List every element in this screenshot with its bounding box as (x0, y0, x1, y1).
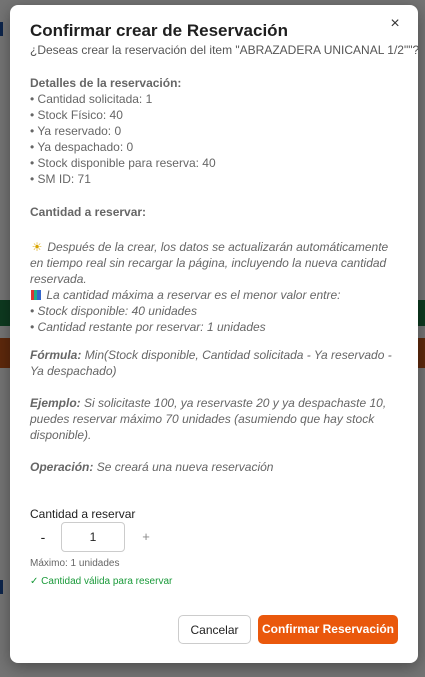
detail-item: • Stock disponible para reserva: 40 (30, 156, 216, 170)
max-bullet: • Cantidad restante por reservar: 1 unid… (30, 320, 266, 334)
example-text: Si solicitaste 100, ya reservaste 20 y y… (30, 396, 387, 442)
operation-text: Se creará una nueva reservación (96, 460, 274, 474)
cancel-button[interactable]: Cancelar (178, 615, 251, 644)
operation-label: Operación: (30, 460, 94, 474)
quantity-section-heading: Cantidad a reservar: (30, 205, 147, 219)
formula-block: Fórmula: Min(Stock disponible, Cantidad … (30, 347, 402, 379)
example-label: Ejemplo: (30, 396, 81, 410)
detail-item: • Cantidad solicitada: 1 (30, 92, 153, 106)
quantity-label: Cantidad a reservar (30, 507, 136, 521)
info-notes: ☀ Después de la crear, los datos se actu… (30, 239, 402, 335)
max-note-text: La cantidad máxima a reservar es el meno… (46, 288, 341, 302)
dialog-title: Confirmar crear de Reservación (30, 21, 288, 40)
lightbulb-icon: ☀ (31, 240, 43, 254)
example-block: Ejemplo: Si solicitaste 100, ya reservas… (30, 395, 402, 443)
formula-text: Min(Stock disponible, Cantidad solicitad… (30, 348, 392, 378)
quantity-stepper: - + (30, 522, 170, 552)
max-quantity-text: Máximo: 1 unidades (30, 558, 120, 569)
operation-block: Operación: Se creará una nueva reservaci… (30, 459, 402, 475)
validation-message: ✓ Cantidad válida para reservar (30, 576, 173, 587)
detail-item: • Stock Físico: 40 (30, 108, 123, 122)
increment-button[interactable]: + (134, 522, 158, 552)
bar-chart-icon (31, 290, 41, 300)
quantity-input[interactable] (61, 522, 125, 552)
formula-label: Fórmula: (30, 348, 82, 362)
close-icon[interactable]: × (386, 15, 404, 33)
update-note-text: Después de la crear, los datos se actual… (30, 240, 389, 286)
update-note: ☀ Después de la crear, los datos se actu… (30, 239, 402, 287)
reservation-details: Detalles de la reservación: • Cantidad s… (30, 75, 400, 187)
detail-item: • Ya despachado: 0 (30, 140, 134, 154)
max-note: La cantidad máxima a reservar es el meno… (30, 287, 402, 303)
confirm-reservation-button[interactable]: Confirmar Reservación (258, 615, 398, 644)
confirmation-question: ¿Deseas crear la reservación del item "A… (30, 43, 420, 57)
detail-item: • SM ID: 71 (30, 172, 91, 186)
detail-item: • Ya reservado: 0 (30, 124, 122, 138)
max-bullet: • Stock disponible: 40 unidades (30, 304, 197, 318)
confirm-reservation-dialog: × Confirmar crear de Reservación ¿Deseas… (10, 5, 420, 663)
decrement-button[interactable]: - (30, 522, 56, 552)
details-heading: Detalles de la reservación: (30, 76, 182, 90)
